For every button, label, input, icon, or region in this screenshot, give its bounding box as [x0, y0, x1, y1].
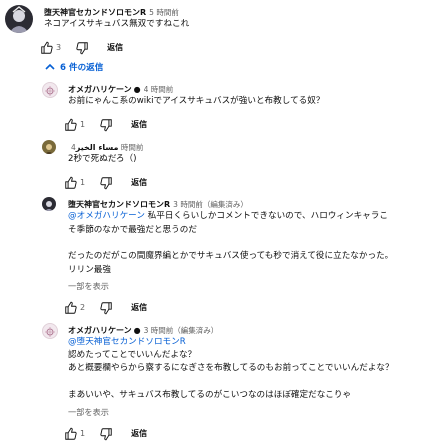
- comment-actions: 3 返信: [40, 39, 123, 55]
- like-count: 1: [80, 428, 86, 438]
- dislike-icon[interactable]: [75, 40, 89, 55]
- dislike-icon[interactable]: [99, 117, 113, 132]
- mention-link[interactable]: @堕天神官セカンドソロモンR: [68, 335, 186, 349]
- reply-button[interactable]: 返信: [131, 119, 147, 130]
- avatar[interactable]: [42, 323, 58, 339]
- comment-text: 2秒で死ぬだろ（): [68, 154, 137, 164]
- like-count: 3: [56, 42, 62, 52]
- comment-text: あと概要欄やらから察するになぎさを布教してるのもお前ってことでいいんだよな？: [68, 363, 394, 373]
- like-count: 1: [80, 119, 86, 129]
- comment-text: だったのだがこの間魔界編とかでサキュバス使っても秒で消えて役に立たなかった。: [68, 251, 394, 261]
- comment-text: まあいいや、サキュバス布教してるのがこいつなのはほぼ確定だなこりゃ: [68, 390, 352, 400]
- comment-text: ネコアイスサキュバス無双ですねこれ: [44, 19, 190, 29]
- reply-button[interactable]: 返信: [131, 428, 147, 439]
- comment-text: そ季節のなかで最強だと思うのだ: [68, 225, 197, 235]
- reply-button[interactable]: 返信: [131, 177, 147, 188]
- dislike-icon[interactable]: [99, 426, 113, 441]
- like-icon[interactable]: [40, 40, 54, 54]
- like-icon[interactable]: [64, 300, 78, 314]
- reply-button[interactable]: 返信: [131, 302, 147, 313]
- like-icon[interactable]: [64, 117, 78, 131]
- avatar[interactable]: [5, 5, 33, 33]
- replies-count-label: 6 件の返信: [60, 63, 104, 73]
- comment-text: 認めたってことでいいんだよな？: [68, 350, 197, 360]
- comment-actions: 1 返信: [64, 425, 147, 441]
- dislike-icon[interactable]: [99, 300, 113, 315]
- show-more-button[interactable]: 一部を表示: [68, 280, 109, 292]
- like-icon[interactable]: [64, 426, 78, 440]
- reply-button[interactable]: 返信: [107, 42, 123, 53]
- comment-actions: 2 返信: [64, 299, 147, 315]
- show-more-button[interactable]: 一部を表示: [68, 406, 109, 418]
- replies-toggle[interactable]: 6 件の返信: [44, 61, 103, 73]
- avatar[interactable]: [42, 140, 56, 154]
- dislike-icon[interactable]: [99, 175, 113, 190]
- comment-time[interactable]: 5 時間前: [149, 8, 179, 17]
- comment-text: リリン最強: [68, 265, 111, 275]
- like-count: 1: [80, 177, 86, 187]
- avatar[interactable]: [42, 82, 58, 98]
- comment-actions: 1 返信: [64, 174, 147, 190]
- chevron-up-icon: [44, 62, 56, 72]
- like-icon[interactable]: [64, 175, 78, 189]
- comment-time[interactable]: 3 時間前（編集済み）: [173, 200, 248, 209]
- comment-text: @オメガハリケーン 私平日くらいしかコメントできないので、ハロウィンキャラこ: [68, 211, 388, 221]
- mention-link[interactable]: @オメガハリケーン: [68, 211, 145, 221]
- comment-actions: 1 返信: [64, 116, 147, 132]
- comment-time[interactable]: 4 時間前: [144, 85, 174, 94]
- comment-time[interactable]: 3 時間前（編集済み）: [144, 326, 219, 335]
- avatar[interactable]: [42, 197, 56, 211]
- like-count: 2: [80, 302, 86, 312]
- comment-text: お前にゃんこ系のwikiでアイスサキュバスが強いと布教してる奴？: [68, 96, 325, 106]
